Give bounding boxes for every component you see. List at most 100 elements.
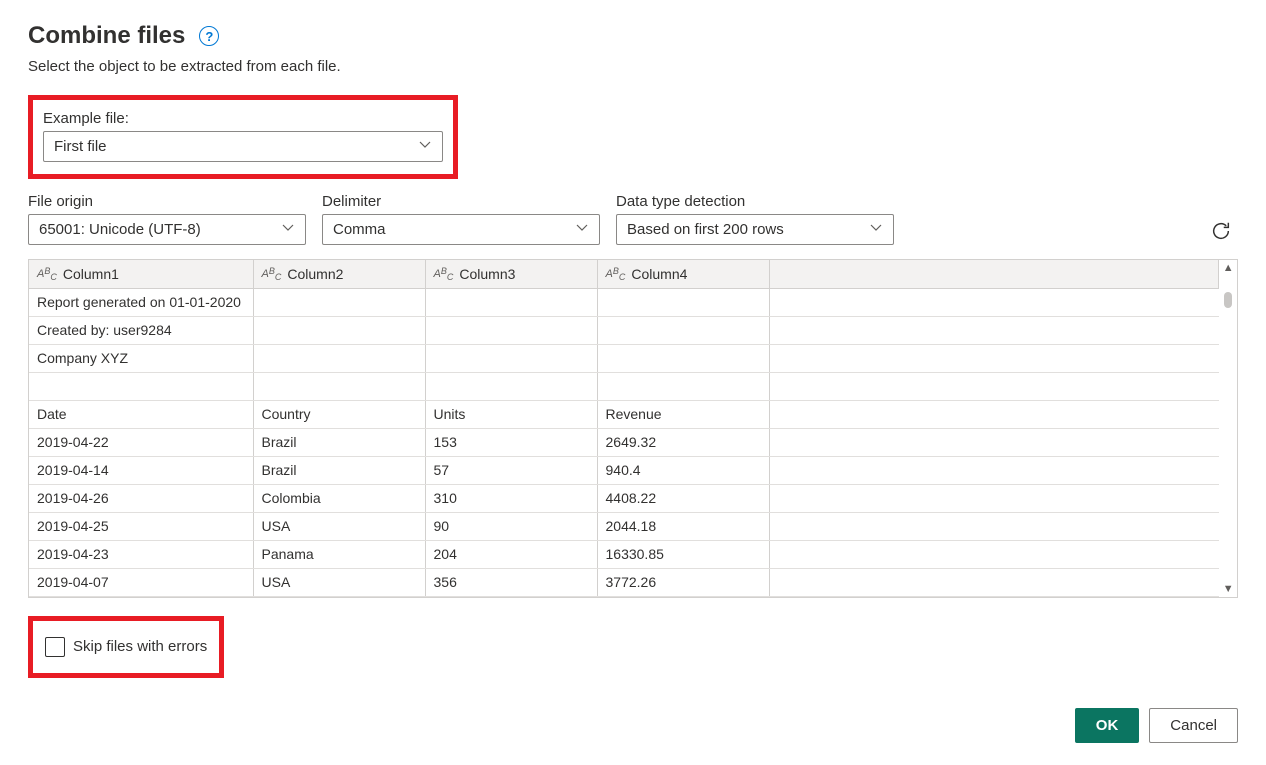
example-file-dropdown[interactable]: First file	[43, 131, 443, 162]
example-file-value: First file	[54, 138, 410, 155]
column-header[interactable]: ABC Column4	[597, 260, 769, 288]
table-row: 2019-04-14Brazil57940.4	[29, 456, 1219, 484]
column-header[interactable]: ABC Column1	[29, 260, 253, 288]
detection-dropdown[interactable]: Based on first 200 rows	[616, 214, 894, 245]
text-type-icon: ABC	[262, 268, 282, 280]
dialog-subtitle: Select the object to be extracted from e…	[28, 58, 1238, 75]
table-cell: 57	[425, 456, 597, 484]
column-name: Column1	[63, 266, 119, 282]
chevron-down-icon	[869, 221, 883, 238]
detection-value: Based on first 200 rows	[627, 221, 861, 238]
column-header[interactable]: ABC Column3	[425, 260, 597, 288]
table-cell-filler	[769, 288, 1219, 316]
table-cell: 153	[425, 428, 597, 456]
cancel-button[interactable]: Cancel	[1149, 708, 1238, 743]
help-icon[interactable]: ?	[199, 26, 219, 46]
table-cell: Brazil	[253, 428, 425, 456]
table-cell: Report generated on 01-01-2020	[29, 288, 253, 316]
table-cell: 2019-04-23	[29, 540, 253, 568]
skip-files-checkbox[interactable]	[45, 637, 65, 657]
example-file-label: Example file:	[43, 110, 443, 127]
preview-table: ABC Column1 ABC Column2 ABC Column3	[29, 260, 1219, 597]
ok-button[interactable]: OK	[1075, 708, 1140, 743]
table-cell: USA	[253, 512, 425, 540]
table-cell	[253, 372, 425, 400]
delimiter-label: Delimiter	[322, 193, 600, 210]
delimiter-dropdown[interactable]: Comma	[322, 214, 600, 245]
table-row: 2019-04-23Panama20416330.85	[29, 540, 1219, 568]
table-row: Report generated on 01-01-2020	[29, 288, 1219, 316]
chevron-down-icon	[418, 138, 432, 155]
table-cell: Country	[253, 400, 425, 428]
table-row: 2019-04-26Colombia3104408.22	[29, 484, 1219, 512]
table-cell: 2019-04-22	[29, 428, 253, 456]
table-cell-filler	[769, 540, 1219, 568]
table-cell	[597, 288, 769, 316]
table-row	[29, 372, 1219, 400]
table-cell-filler	[769, 456, 1219, 484]
scroll-track[interactable]	[1224, 274, 1232, 583]
table-row: 2019-04-07USA3563772.26	[29, 568, 1219, 596]
column-header-filler	[769, 260, 1219, 288]
table-cell: 2044.18	[597, 512, 769, 540]
table-cell	[425, 344, 597, 372]
table-cell	[425, 288, 597, 316]
table-cell: 2649.32	[597, 428, 769, 456]
dialog-title: Combine files	[28, 22, 185, 50]
table-cell	[29, 372, 253, 400]
file-origin-value: 65001: Unicode (UTF-8)	[39, 221, 273, 238]
file-origin-dropdown[interactable]: 65001: Unicode (UTF-8)	[28, 214, 306, 245]
preview-table-container: ABC Column1 ABC Column2 ABC Column3	[28, 259, 1238, 598]
table-row: 2019-04-25USA902044.18	[29, 512, 1219, 540]
table-cell: Company XYZ	[29, 344, 253, 372]
table-cell: Units	[425, 400, 597, 428]
table-cell	[253, 316, 425, 344]
table-cell: 3772.26	[597, 568, 769, 596]
table-cell	[597, 344, 769, 372]
table-cell-filler	[769, 568, 1219, 596]
table-cell: 310	[425, 484, 597, 512]
table-cell: 2019-04-07	[29, 568, 253, 596]
chevron-down-icon	[281, 221, 295, 238]
chevron-down-icon	[575, 221, 589, 238]
detection-label: Data type detection	[616, 193, 894, 210]
table-cell	[425, 316, 597, 344]
table-cell: Date	[29, 400, 253, 428]
table-cell-filler	[769, 344, 1219, 372]
refresh-icon[interactable]	[1210, 220, 1232, 242]
table-cell: USA	[253, 568, 425, 596]
column-name: Column3	[459, 266, 515, 282]
table-row: DateCountryUnitsRevenue	[29, 400, 1219, 428]
table-cell	[253, 344, 425, 372]
table-cell: 356	[425, 568, 597, 596]
table-cell-filler	[769, 400, 1219, 428]
scroll-down-icon[interactable]: ▼	[1223, 583, 1234, 595]
table-cell: 204	[425, 540, 597, 568]
table-row: Company XYZ	[29, 344, 1219, 372]
table-cell: Created by: user9284	[29, 316, 253, 344]
table-cell	[597, 316, 769, 344]
text-type-icon: ABC	[434, 268, 454, 280]
skip-files-label: Skip files with errors	[73, 638, 207, 655]
table-row: 2019-04-22Brazil1532649.32	[29, 428, 1219, 456]
column-header[interactable]: ABC Column2	[253, 260, 425, 288]
table-row: Created by: user9284	[29, 316, 1219, 344]
column-name: Column2	[287, 266, 343, 282]
table-cell-filler	[769, 484, 1219, 512]
vertical-scrollbar[interactable]: ▲ ▼	[1219, 260, 1237, 597]
table-cell: 940.4	[597, 456, 769, 484]
table-cell	[425, 372, 597, 400]
table-cell: Brazil	[253, 456, 425, 484]
scroll-up-icon[interactable]: ▲	[1223, 262, 1234, 274]
text-type-icon: ABC	[37, 268, 57, 280]
table-cell-filler	[769, 428, 1219, 456]
table-cell	[597, 372, 769, 400]
table-cell: 4408.22	[597, 484, 769, 512]
table-cell-filler	[769, 512, 1219, 540]
delimiter-value: Comma	[333, 221, 567, 238]
table-cell: 2019-04-25	[29, 512, 253, 540]
text-type-icon: ABC	[606, 268, 626, 280]
scroll-thumb[interactable]	[1224, 292, 1232, 308]
table-cell: Revenue	[597, 400, 769, 428]
table-cell: Panama	[253, 540, 425, 568]
